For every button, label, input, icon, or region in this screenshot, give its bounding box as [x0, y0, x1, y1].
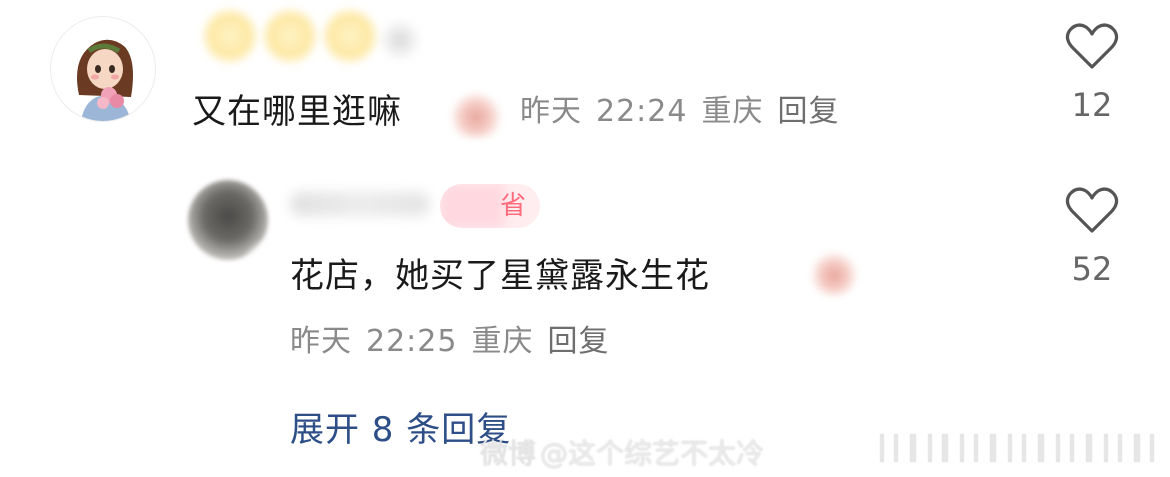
reply-button[interactable]: 回复: [777, 94, 839, 129]
heart-outline-icon[interactable]: [1065, 186, 1119, 234]
reply-location: 重庆: [471, 324, 534, 359]
emoji: [810, 250, 858, 296]
badge-text: 省: [499, 191, 526, 221]
reply-badge: 省: [440, 184, 540, 228]
like-button[interactable]: 12: [1062, 22, 1122, 124]
comment-meta: 昨天 22:24 重庆 回复: [520, 94, 853, 130]
comment-location: 重庆: [701, 94, 764, 129]
expand-replies-link[interactable]: 展开 8 条回复: [290, 402, 511, 451]
watermark-handle: @这个综艺不太冷: [540, 437, 765, 470]
reply-clock: 22:25: [366, 324, 458, 359]
watermark: 微博 @这个综艺不太冷: [480, 432, 764, 472]
watermark-barcode: [880, 430, 1160, 464]
reply-text: 花店，她买了星黛露永生花: [290, 256, 710, 296]
reply-username[interactable]: [290, 192, 430, 216]
comment-clock: 22:24: [596, 94, 688, 129]
like-count: 52: [1071, 250, 1113, 288]
reply-meta: 昨天 22:25 重庆 回复: [290, 324, 623, 360]
emoji: [448, 92, 504, 138]
like-count: 12: [1071, 86, 1113, 124]
emoji-row: [200, 6, 430, 66]
heart-outline-icon[interactable]: [1065, 22, 1119, 70]
reply-button[interactable]: 回复: [547, 324, 609, 359]
comment-text: 又在哪里逛嘛: [192, 92, 402, 132]
comment-time: 昨天: [520, 94, 582, 129]
commenter-avatar[interactable]: [50, 16, 156, 122]
like-button[interactable]: 52: [1062, 186, 1122, 288]
weibo-logo-icon: 微博: [480, 437, 537, 470]
reply-time: 昨天: [290, 324, 352, 359]
